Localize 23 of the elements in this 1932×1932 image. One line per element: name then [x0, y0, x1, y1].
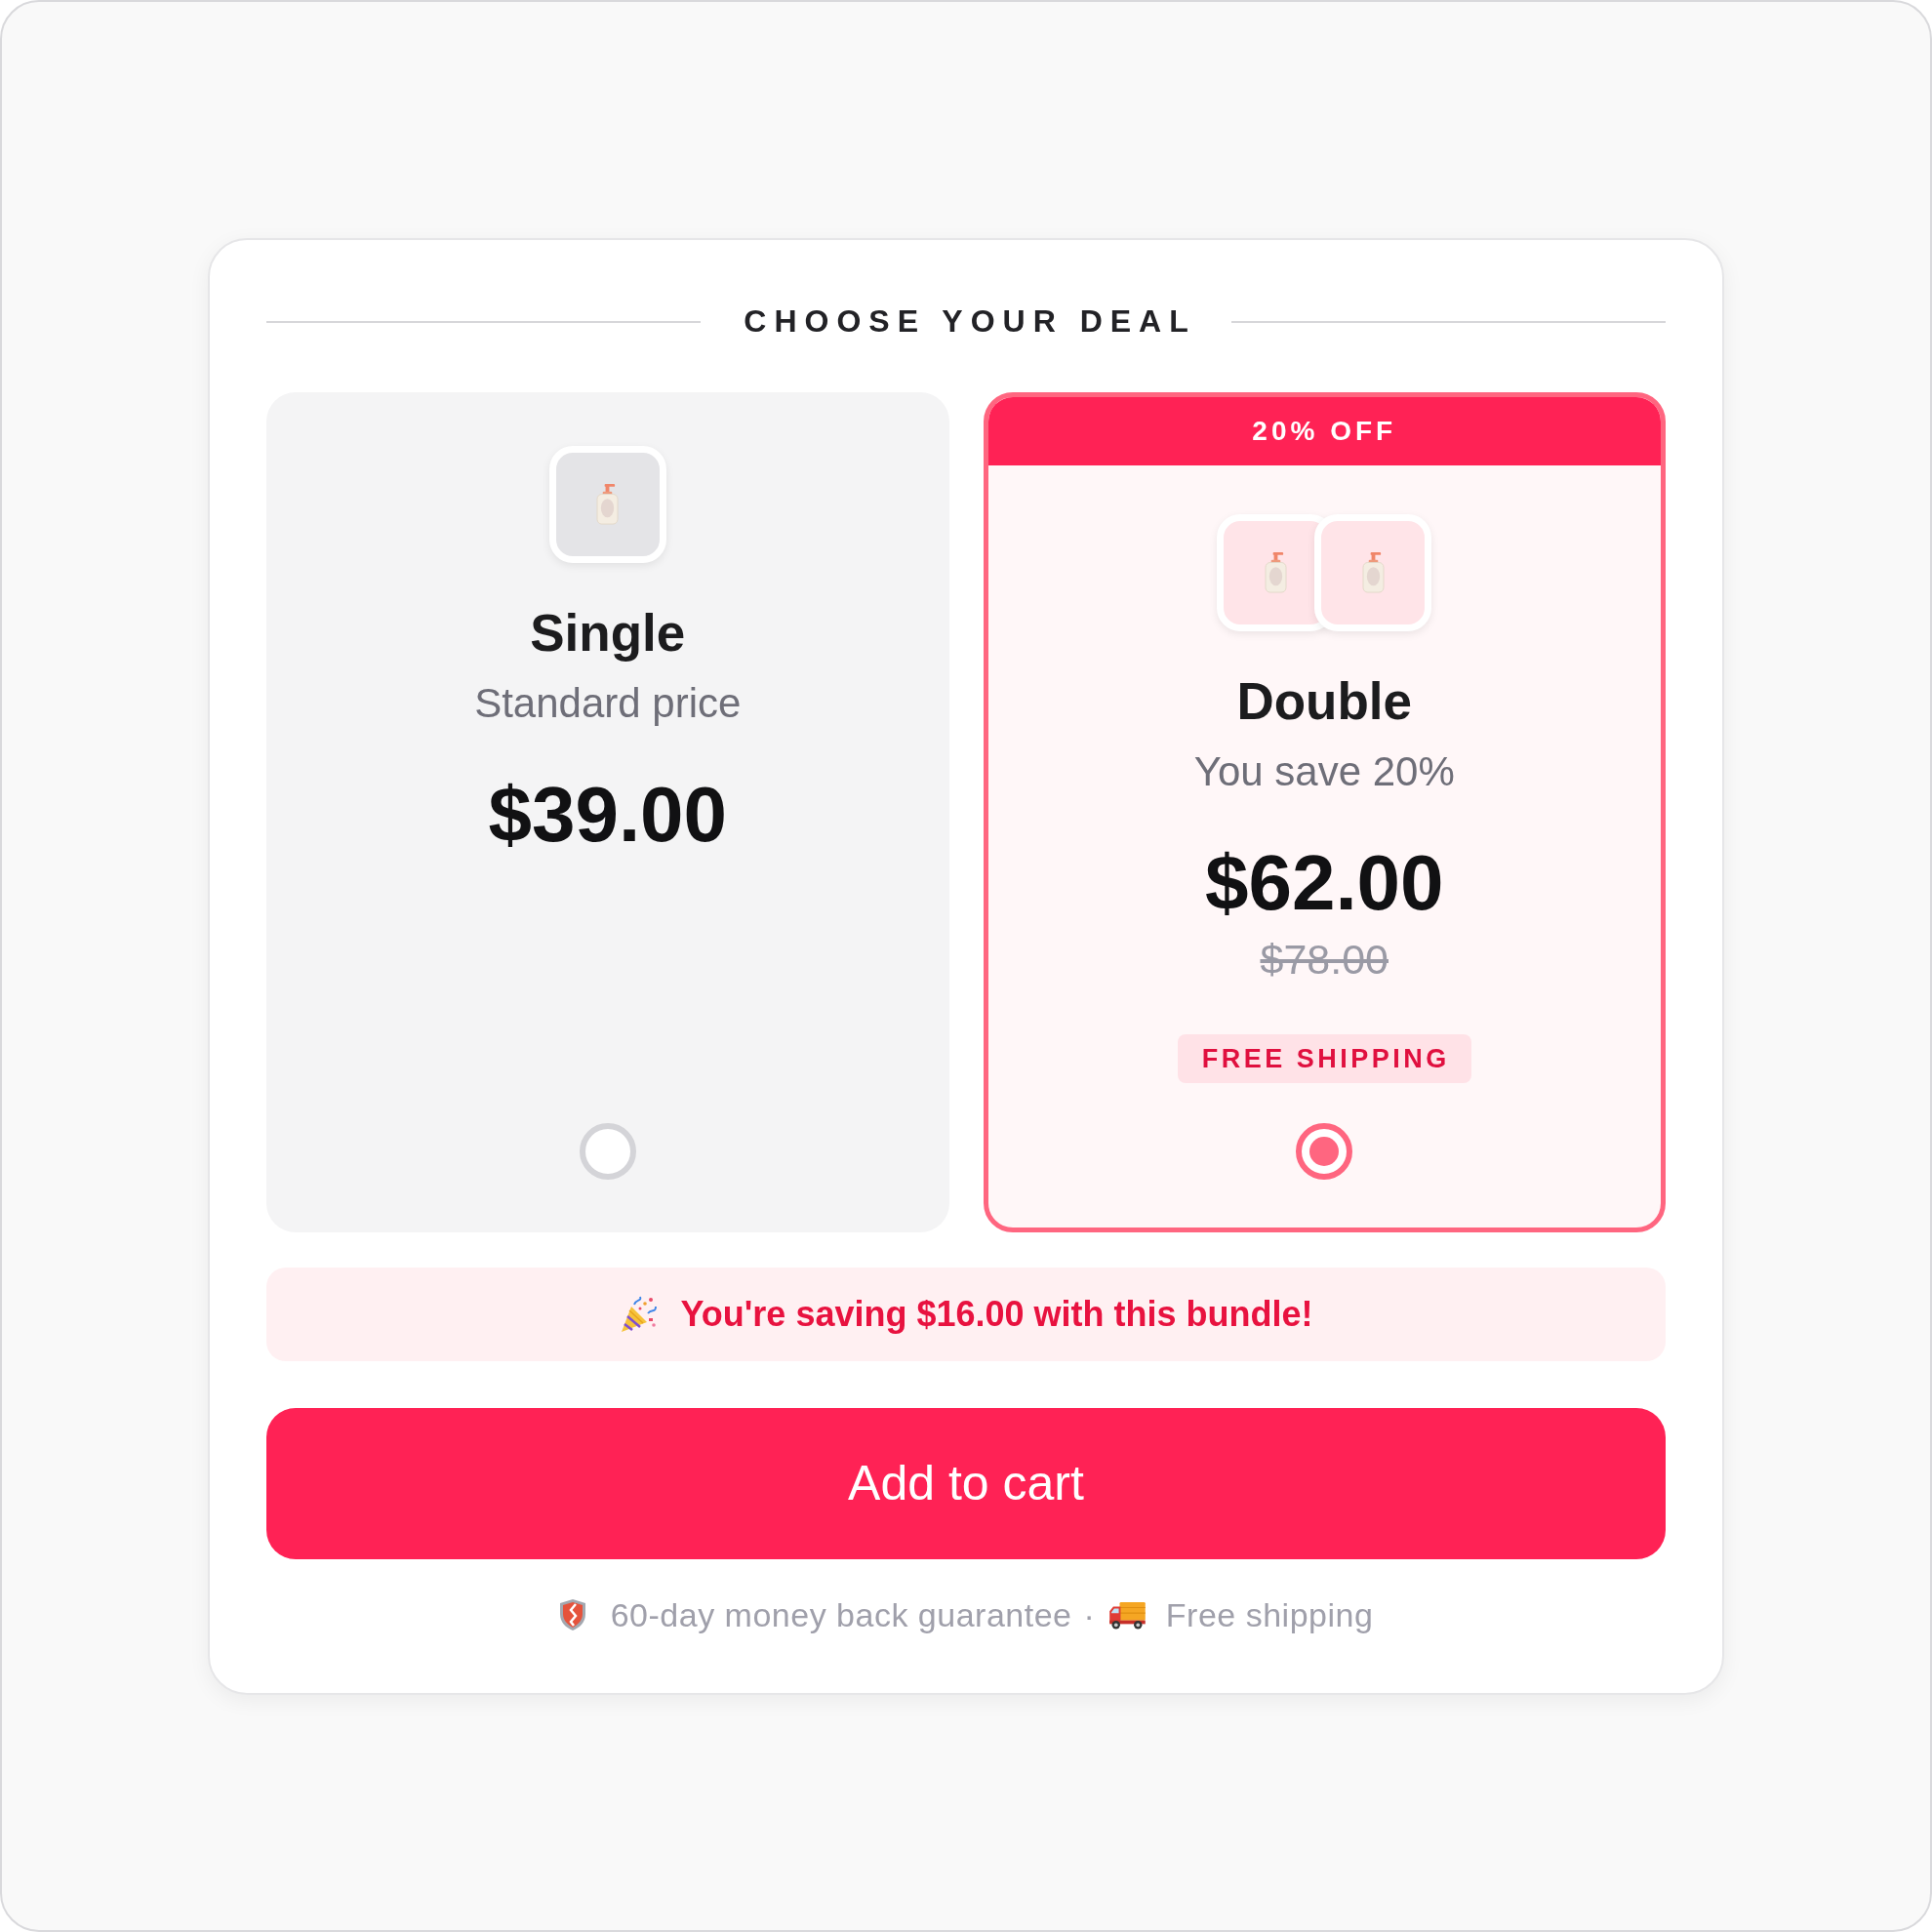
price: $62.00 — [1204, 838, 1444, 927]
shipping-note: Free shipping — [1165, 1594, 1374, 1634]
option-title: Single — [530, 602, 686, 664]
price: $39.00 — [488, 770, 728, 859]
section-heading: CHOOSE YOUR DEAL — [743, 303, 1196, 340]
deal-option-card[interactable]: Single Standard price $39.00 — [266, 391, 949, 1232]
option-subtitle: Standard price — [474, 678, 742, 728]
shield-icon — [558, 1597, 586, 1631]
option-subtitle: You save 20% — [1193, 746, 1455, 796]
guarantee-note: 60-day money back guarantee — [610, 1594, 1072, 1634]
original-price: $78.00 — [1260, 934, 1389, 984]
pump-bottle-icon — [596, 483, 620, 525]
separator-dot: · — [1083, 1594, 1095, 1634]
truck-icon — [1107, 1599, 1147, 1630]
option-title: Double — [1236, 670, 1413, 732]
discount-ribbon: 20% OFF — [987, 396, 1661, 465]
shipping-badge: FREE SHIPPING — [1177, 1033, 1471, 1083]
pump-bottle-icon — [1264, 551, 1287, 593]
pump-bottle-icon — [1361, 551, 1385, 593]
savings-message: You're saving $16.00 with this bundle! — [680, 1293, 1313, 1335]
deal-option-card[interactable]: 20% OFF Double You save 20% $62.00 $78.00 FREE SHIPPING — [983, 391, 1666, 1232]
add-to-cart-button[interactable]: Add to cart — [266, 1407, 1666, 1559]
party-popper-icon — [619, 1294, 659, 1334]
